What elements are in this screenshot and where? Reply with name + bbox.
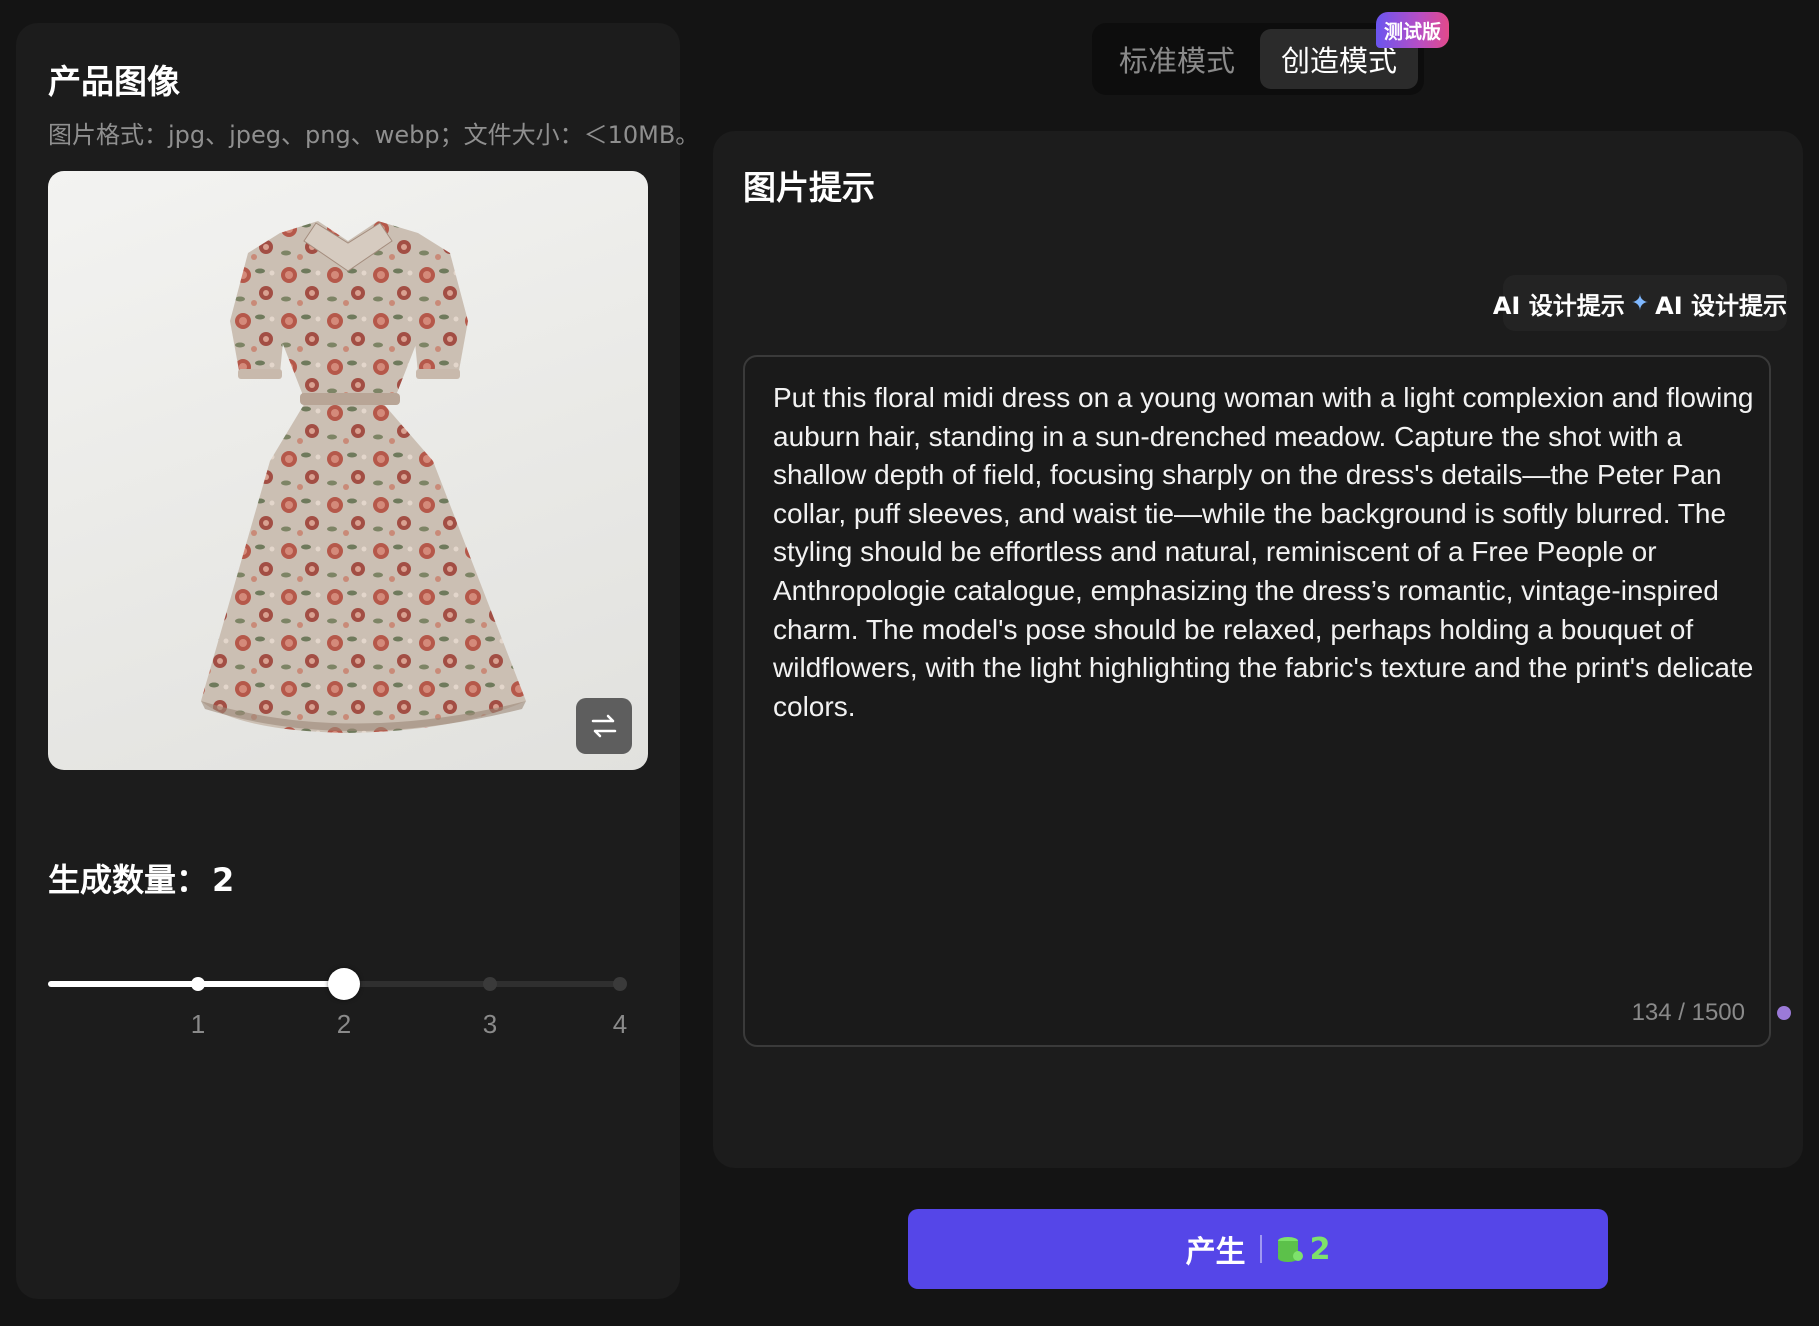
character-count: 134 / 1500	[1631, 999, 1745, 1026]
mode-switch: 标准模式 创造模式	[1092, 23, 1424, 95]
upload-format-hint: 图片格式：jpg、jpeg、png、webp；文件大小：＜10MB。	[48, 121, 700, 149]
count-value: 2	[212, 861, 235, 899]
product-image-panel: 产品图像 图片格式：jpg、jpeg、png、webp；文件大小：＜10MB。	[16, 23, 699, 1299]
count-label: 生成数量：	[48, 861, 209, 899]
slider-tick-label: 3	[482, 1009, 498, 1039]
generate-cost: 2	[1309, 1231, 1331, 1267]
slider-step-4[interactable]	[613, 977, 627, 991]
dress-image	[201, 221, 526, 733]
divider	[1259, 1235, 1262, 1263]
swap-image-button[interactable]	[576, 698, 632, 754]
coins-icon	[1277, 1237, 1303, 1262]
generate-button[interactable]: 产生 2	[908, 1209, 1608, 1289]
slider-step-1[interactable]	[191, 977, 205, 991]
resize-handle[interactable]	[1777, 1006, 1791, 1020]
product-image[interactable]	[48, 171, 648, 770]
swap-arrows-icon	[591, 714, 617, 738]
prompt-textarea[interactable]: Put this floral midi dress on a young wo…	[743, 355, 1771, 1047]
sparkle-icon: ✦	[1630, 290, 1650, 316]
ai-design-prompt-button[interactable]: AI 设计提示 ✦ AI 设计提示	[1493, 275, 1787, 331]
slider-step-3[interactable]	[483, 977, 497, 991]
beta-badge: 测试版	[1376, 12, 1450, 48]
generate-label: 产生	[1185, 1235, 1246, 1270]
slider-thumb[interactable]	[328, 968, 360, 1000]
slider-tick-label: 2	[336, 1009, 352, 1039]
prompt-panel: 图片提示 AI 设计提示 ✦ AI 设计提示 Put this floral m…	[713, 131, 1803, 1168]
tab-standard-mode[interactable]: 标准模式	[1098, 29, 1256, 89]
ai-button-label: AI 设计提示	[1492, 291, 1625, 320]
slider-tick-label: 4	[612, 1009, 628, 1039]
panel-title: 图片提示	[743, 168, 875, 207]
generation-count: 生成数量： 2	[48, 855, 234, 901]
panel-title: 产品图像	[48, 62, 180, 101]
ai-button-label-2: AI 设计提示	[1655, 291, 1787, 320]
prompt-text[interactable]: Put this floral midi dress on a young wo…	[773, 379, 1763, 726]
slider-tick-label: 1	[190, 1009, 206, 1039]
count-slider[interactable]: 1 2 3 4	[48, 963, 628, 1039]
